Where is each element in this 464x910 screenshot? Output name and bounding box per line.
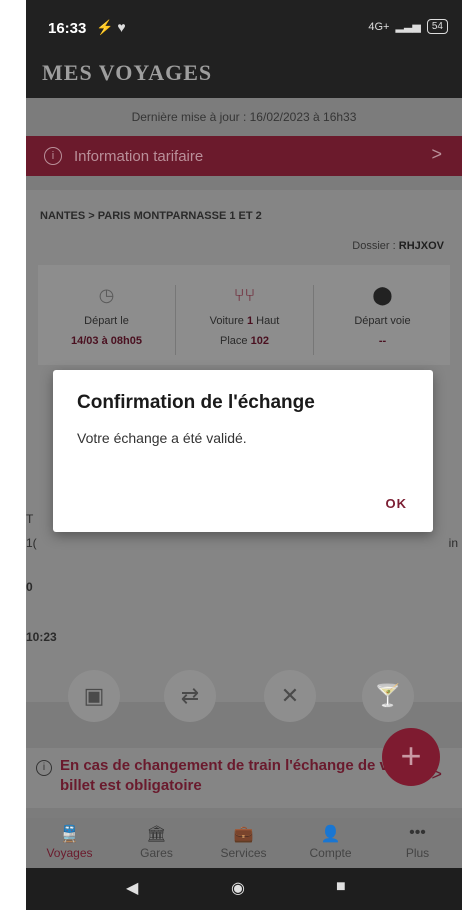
bar-service-button[interactable]: 🍸 xyxy=(362,670,414,722)
nav-item-gares[interactable]: 🏛 Gares xyxy=(113,824,200,860)
nav-label: Compte xyxy=(309,846,352,860)
exchange-button[interactable]: ⇄ xyxy=(164,670,216,722)
seat-label: Place 102 xyxy=(220,335,269,347)
briefcase-icon: 💼 xyxy=(233,826,254,843)
station-icon: 🏛 xyxy=(146,826,167,843)
departure-label: Départ le xyxy=(84,315,129,327)
system-navigation-bar: ◀ ◉ ■ xyxy=(26,868,462,910)
exchange-confirmation-dialog: Confirmation de l'échange Votre échange … xyxy=(53,370,433,532)
back-icon[interactable]: ◀ xyxy=(126,878,138,898)
trip-route: NANTES > PARIS MONTPARNASSE 1 ET 2 xyxy=(40,210,262,222)
info-icon: i xyxy=(36,760,52,776)
dossier-code: RHJXOV xyxy=(398,240,444,252)
dossier-label: Dossier : xyxy=(352,240,399,252)
nav-label: Plus xyxy=(405,846,430,860)
last-update-text: Dernière mise à jour : 16/02/2023 à 16h3… xyxy=(131,110,357,124)
occluded-text: 1( xyxy=(26,536,37,550)
notification-icons: ⚡ ♥ xyxy=(96,19,126,35)
dossier-reference: Dossier : RHJXOV xyxy=(352,240,444,252)
location-pin-icon: ⬤ xyxy=(372,285,393,305)
platform-column: ⬤ Départ voie -- xyxy=(314,265,451,365)
platform-label: Départ voie xyxy=(354,315,411,327)
signal-icon: ▂▃▅ xyxy=(395,21,421,33)
dialog-title: Confirmation de l'échange xyxy=(77,392,315,413)
home-icon[interactable]: ◉ xyxy=(231,878,245,898)
status-time: 16:33 xyxy=(48,20,87,37)
nav-label: Voyages xyxy=(46,846,93,860)
nav-item-voyages[interactable]: 🚆 Voyages xyxy=(26,824,113,860)
phone-screen: 16:33 ⚡ ♥ 4G+ ▂▃▅ 54 MES VOYAGES Dernièr… xyxy=(26,0,462,910)
status-bar: 16:33 ⚡ ♥ 4G+ ▂▃▅ 54 xyxy=(26,0,462,50)
tariff-info-label: Information tarifaire xyxy=(74,148,204,165)
cancel-trip-button[interactable]: ✕ xyxy=(264,670,316,722)
departure-column: ◷ Départ le 14/03 à 08h05 xyxy=(38,265,175,365)
train-icon: 🚆 xyxy=(59,826,80,843)
action-row: ▣ ⇄ ✕ 🍸 xyxy=(26,666,462,722)
info-icon: i xyxy=(44,147,62,165)
occluded-text: 0 xyxy=(26,580,33,594)
trip-info-panel: ◷ Départ le 14/03 à 08h05 ⑂⑂ Voiture 1 H… xyxy=(38,265,450,365)
seat-column: ⑂⑂ Voiture 1 Haut Place 102 xyxy=(176,265,313,365)
more-icon: ••• xyxy=(409,824,426,841)
qr-code-button[interactable]: ▣ xyxy=(68,670,120,722)
add-trip-button[interactable]: + xyxy=(382,728,440,786)
chevron-right-icon: > xyxy=(431,144,442,164)
seat-number: 102 xyxy=(250,335,269,347)
qr-code-icon: ▣ xyxy=(83,683,105,708)
seat-icon: ⑂⑂ xyxy=(233,285,256,305)
network-icon: 4G+ xyxy=(368,20,390,33)
cancel-icon: ✕ xyxy=(280,683,300,708)
ok-button[interactable]: OK xyxy=(386,496,408,511)
bottom-navigation: 🚆 Voyages 🏛 Gares 💼 Services 👤 Compte ••… xyxy=(26,818,462,868)
exchange-icon: ⇄ xyxy=(180,683,200,708)
page-title: MES VOYAGES xyxy=(42,60,213,85)
nav-item-services[interactable]: 💼 Services xyxy=(200,824,287,860)
app-header: MES VOYAGES xyxy=(26,50,462,98)
bar-icon: 🍸 xyxy=(374,683,402,708)
dialog-message: Votre échange a été validé. xyxy=(77,430,247,446)
nav-item-plus[interactable]: ••• Plus xyxy=(374,824,461,860)
nav-item-compte[interactable]: 👤 Compte xyxy=(287,824,374,860)
exchange-notice-text: En cas de changement de train l'échange … xyxy=(60,757,417,794)
departure-value: 14/03 à 08h05 xyxy=(71,335,142,347)
recents-icon[interactable]: ■ xyxy=(336,878,346,896)
status-icons: 4G+ ▂▃▅ 54 xyxy=(368,19,448,34)
platform-value: -- xyxy=(378,335,387,347)
occluded-text: T xyxy=(26,512,34,526)
occluded-text: in xyxy=(448,536,458,550)
clock-icon: ◷ xyxy=(98,285,115,305)
account-icon: 👤 xyxy=(320,826,341,843)
tariff-info-bar[interactable]: i Information tarifaire > xyxy=(26,136,462,176)
battery-icon: 54 xyxy=(426,19,448,34)
nav-label: Services xyxy=(220,846,267,860)
coach-label: Voiture 1 Haut xyxy=(209,315,280,327)
nav-label: Gares xyxy=(140,846,173,860)
arrival-time-partial: 10:23 xyxy=(26,630,57,644)
